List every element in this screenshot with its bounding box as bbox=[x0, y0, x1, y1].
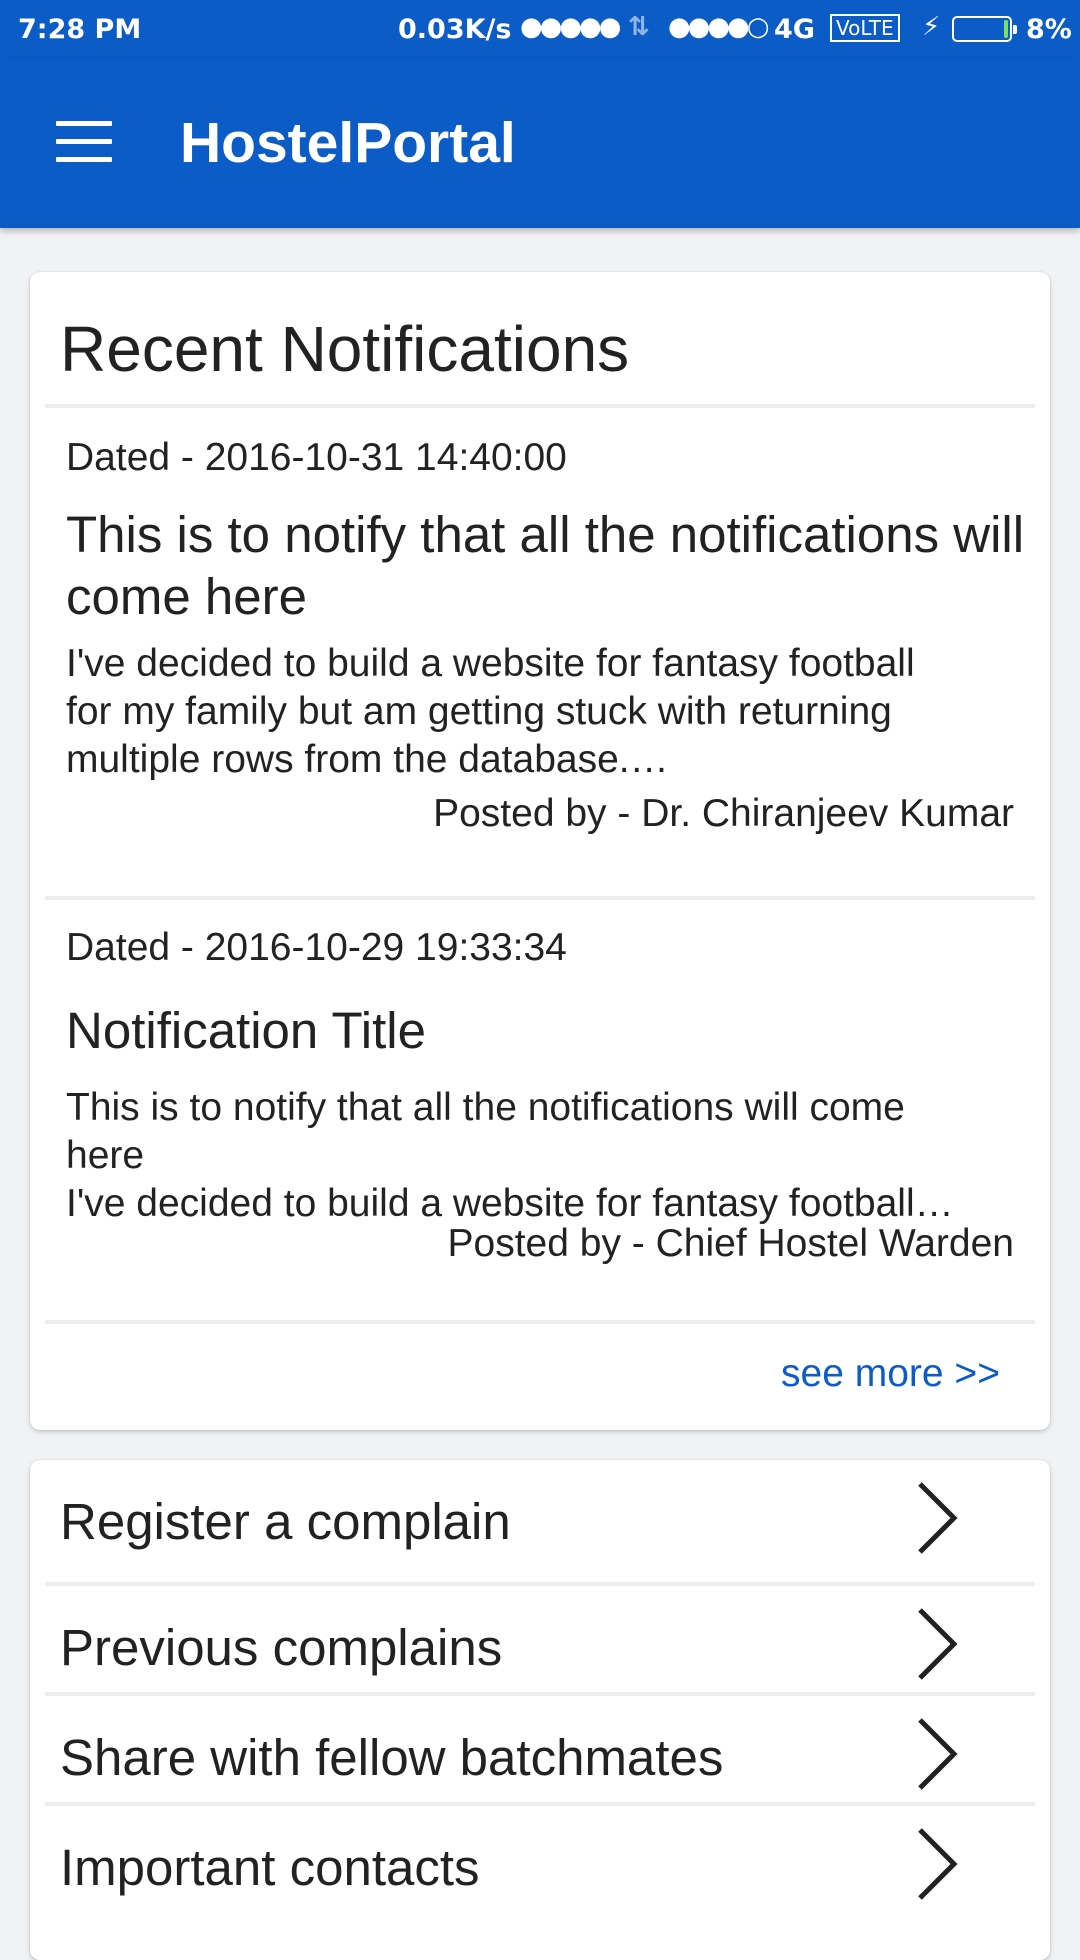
menu-item-share-batchmates[interactable]: Share with fellow batchmates bbox=[30, 1696, 1050, 1806]
signal-strength-2-icon: ●●●●○ bbox=[668, 12, 769, 42]
menu-item-label: Previous complains bbox=[60, 1619, 503, 1676]
volte-badge: VoLTE bbox=[830, 14, 900, 42]
notification-item[interactable]: Dated - 2016-10-29 19:33:34 Notification… bbox=[30, 900, 1050, 1300]
hamburger-menu-icon[interactable] bbox=[56, 121, 112, 163]
menu-item-label: Register a complain bbox=[60, 1493, 511, 1550]
menu-item-previous-complains[interactable]: Previous complains bbox=[30, 1586, 1050, 1696]
menu-item-label: Share with fellow batchmates bbox=[60, 1729, 724, 1786]
battery-icon bbox=[952, 16, 1017, 42]
notification-body-line: for my family but am getting stuck with … bbox=[66, 690, 892, 733]
menu-item-label: Important contacts bbox=[60, 1839, 480, 1896]
status-bar: 7:28 PM 0.03K/s ●●●●● ⇅ ●●●●○ 4G VoLTE ⚡… bbox=[0, 0, 1080, 60]
notification-posted-by: Posted by - Dr. Chiranjeev Kumar bbox=[433, 792, 1014, 835]
notifications-card: Recent Notifications Dated - 2016-10-31 … bbox=[30, 272, 1050, 1430]
notification-date: Dated - 2016-10-31 14:40:00 bbox=[66, 436, 567, 479]
signal-strength-1-icon: ●●●●● bbox=[520, 12, 621, 42]
notification-title: This is to notify that all the notificat… bbox=[66, 506, 1025, 625]
notification-title: Notification Title bbox=[66, 1002, 426, 1059]
data-transfer-icon: ⇅ bbox=[628, 12, 650, 42]
notification-body: I've decided to build a website for fant… bbox=[66, 640, 1016, 784]
menu-item-register-complain[interactable]: Register a complain bbox=[30, 1460, 1050, 1570]
notification-body-line: here bbox=[66, 1134, 145, 1177]
notifications-heading: Recent Notifications bbox=[60, 313, 630, 385]
battery-percent: 8% bbox=[1026, 14, 1072, 45]
notification-posted-by: Posted by - Chief Hostel Warden bbox=[447, 1222, 1014, 1265]
battery-level-fill bbox=[1004, 20, 1008, 38]
notification-body-line: multiple rows from the database.… bbox=[66, 738, 669, 781]
app-title: HostelPortal bbox=[180, 111, 516, 175]
charging-icon: ⚡ bbox=[922, 12, 941, 42]
chevron-right-icon bbox=[918, 1482, 958, 1554]
app-bar: HostelPortal bbox=[0, 60, 1080, 228]
status-net-speed: 0.03K/s bbox=[398, 14, 512, 45]
notification-body-line: I've decided to build a website for fant… bbox=[66, 642, 915, 685]
see-more-link[interactable]: see more >> bbox=[781, 1352, 1000, 1396]
menu-card: Register a complain Previous complains S… bbox=[30, 1460, 1050, 1960]
chevron-right-icon bbox=[918, 1718, 958, 1790]
notification-date: Dated - 2016-10-29 19:33:34 bbox=[66, 926, 567, 969]
chevron-right-icon bbox=[918, 1828, 958, 1900]
divider bbox=[45, 1320, 1035, 1324]
menu-item-important-contacts[interactable]: Important contacts bbox=[30, 1806, 1050, 1916]
notification-body: This is to notify that all the notificat… bbox=[66, 1084, 1016, 1228]
notification-body-line: I've decided to build a website for fant… bbox=[66, 1182, 954, 1225]
notification-body-line: This is to notify that all the notificat… bbox=[66, 1086, 905, 1129]
network-type: 4G bbox=[774, 14, 815, 45]
chevron-right-icon bbox=[918, 1608, 958, 1680]
status-time: 7:28 PM bbox=[18, 14, 142, 45]
notification-item[interactable]: Dated - 2016-10-31 14:40:00 This is to n… bbox=[30, 408, 1050, 835]
